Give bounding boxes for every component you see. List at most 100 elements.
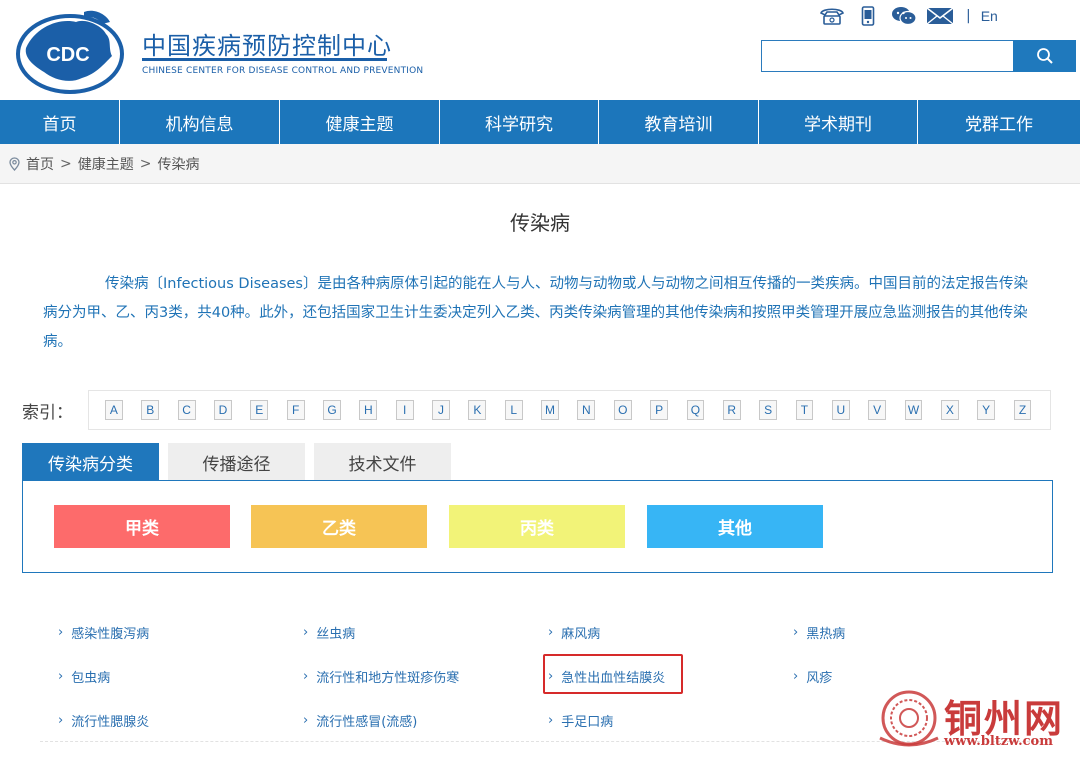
chevron-right-icon: › (303, 713, 309, 728)
search-input[interactable] (761, 40, 1013, 72)
index-letter-x[interactable]: X (940, 400, 959, 420)
disease-link-label: 麻风病 (561, 627, 601, 642)
highlight-annotation (543, 654, 683, 694)
letter-index: A B C D E F G H I J K L M N O P Q R S T … (88, 390, 1051, 430)
index-letter-q[interactable]: Q (686, 400, 705, 420)
disease-link-label: 流行性和地方性斑疹伤寒 (316, 671, 460, 686)
location-pin-icon (9, 156, 20, 171)
nav-item-education[interactable]: 教育培训 (599, 100, 759, 144)
intro-paragraph: 传染病〔Infectious Diseases〕是由各种病原体引起的能在人与人、… (43, 276, 1028, 350)
cdc-logo[interactable]: CDC (14, 4, 126, 96)
site-title: 中国疾病预防控制中心 (142, 32, 392, 60)
index-letter-k[interactable]: K (468, 400, 487, 420)
tab-transmission-route[interactable]: 传播途径 (168, 443, 305, 481)
index-letter-c[interactable]: C (177, 400, 196, 420)
chevron-right-icon: › (58, 625, 64, 640)
disease-link[interactable]: › 麻风病 (548, 623, 600, 642)
language-switch[interactable]: En (981, 8, 998, 24)
disease-link[interactable]: › 风疹 (793, 667, 832, 686)
disease-link-label: 流行性感冒(流感) (316, 715, 418, 730)
site-subtitle: CHINESE CENTER FOR DISEASE CONTROL AND P… (142, 66, 424, 76)
main-nav: 首页 机构信息 健康主题 科学研究 教育培训 学术期刊 党群工作 (0, 100, 1080, 144)
index-letter-j[interactable]: J (432, 400, 450, 420)
index-letter-w[interactable]: W (904, 400, 923, 420)
breadcrumb-health-topics[interactable]: 健康主题 (78, 154, 134, 174)
disease-link-label: 黑热病 (806, 627, 846, 642)
nav-item-research[interactable]: 科学研究 (440, 100, 599, 144)
index-letter-z[interactable]: Z (1013, 400, 1032, 420)
index-letter-i[interactable]: I (395, 400, 414, 420)
chevron-right-icon: › (303, 625, 309, 640)
category-other-button[interactable]: 其他 (647, 505, 823, 548)
index-letter-v[interactable]: V (868, 400, 887, 420)
disease-link[interactable]: › 手足口病 (548, 711, 613, 730)
index-letter-u[interactable]: U (831, 400, 850, 420)
nav-item-journals[interactable]: 学术期刊 (759, 100, 918, 144)
nav-item-party[interactable]: 党群工作 (918, 100, 1080, 144)
index-letter-s[interactable]: S (759, 400, 778, 420)
category-class-b-button[interactable]: 乙类 (251, 505, 427, 548)
tab-disease-classification[interactable]: 传染病分类 (22, 443, 159, 481)
disease-link[interactable]: › 黑热病 (793, 623, 845, 642)
index-letter-p[interactable]: P (650, 400, 668, 420)
breadcrumb-home[interactable]: 首页 (26, 154, 54, 174)
mobile-icon[interactable] (854, 5, 882, 27)
breadcrumb-separator: > (139, 155, 152, 172)
index-letter-y[interactable]: Y (977, 400, 996, 420)
index-letter-n[interactable]: N (577, 400, 596, 420)
phone-icon[interactable] (818, 5, 846, 27)
tab-technical-documents[interactable]: 技术文件 (314, 443, 451, 481)
disease-link[interactable]: › 丝虫病 (303, 623, 355, 642)
disease-link[interactable]: › 感染性腹泻病 (58, 623, 149, 642)
nav-item-health-topics[interactable]: 健康主题 (280, 100, 440, 144)
chevron-right-icon: › (58, 713, 64, 728)
disease-link[interactable]: › 包虫病 (58, 667, 110, 686)
index-letter-e[interactable]: E (250, 400, 269, 420)
search-button[interactable] (1013, 40, 1076, 72)
disease-link-label: 包虫病 (71, 671, 111, 686)
top-icon-bar: | En (818, 4, 998, 28)
disease-link[interactable]: › 流行性腮腺炎 (58, 711, 149, 730)
breadcrumb: 首页 > 健康主题 > 传染病 (0, 144, 1080, 184)
disease-link-label: 手足口病 (561, 715, 614, 730)
category-tabs: 传染病分类 传播途径 技术文件 (22, 443, 460, 481)
tab-panel: 甲类 乙类 丙类 其他 (22, 480, 1053, 573)
site-header: CDC 中国疾病预防控制中心 CHINESE CENTER FOR DISEAS… (0, 0, 1080, 100)
breadcrumb-separator: > (60, 155, 72, 172)
lang-separator: | (966, 8, 971, 24)
index-letter-l[interactable]: L (504, 400, 523, 420)
disease-link-label: 流行性腮腺炎 (71, 715, 150, 730)
disease-link-label: 丝虫病 (316, 627, 356, 642)
index-letter-r[interactable]: R (722, 400, 741, 420)
breadcrumb-current[interactable]: 传染病 (157, 154, 199, 174)
disease-link-label: 风疹 (806, 671, 833, 686)
search-icon (1036, 48, 1053, 64)
wechat-icon[interactable] (890, 5, 918, 27)
index-letter-f[interactable]: F (286, 400, 305, 420)
index-letter-d[interactable]: D (214, 400, 232, 420)
chevron-right-icon: › (793, 625, 799, 640)
page-title: 传染病 (510, 211, 570, 235)
index-letter-a[interactable]: A (105, 400, 123, 420)
chevron-right-icon: › (793, 669, 799, 684)
chevron-right-icon: › (548, 625, 554, 640)
index-letter-m[interactable]: M (541, 400, 559, 420)
index-letter-t[interactable]: T (795, 400, 814, 420)
nav-item-home[interactable]: 首页 (0, 100, 120, 144)
mail-icon[interactable] (926, 5, 954, 27)
disease-link[interactable]: › 流行性和地方性斑疹伤寒 (303, 667, 459, 686)
index-letter-b[interactable]: B (141, 400, 160, 420)
category-class-a-button[interactable]: 甲类 (54, 505, 230, 548)
index-letter-g[interactable]: G (323, 400, 341, 420)
chevron-right-icon: › (58, 669, 64, 684)
chevron-right-icon: › (548, 713, 554, 728)
index-letter-o[interactable]: O (613, 400, 632, 420)
index-label: 索引： (22, 403, 73, 423)
index-letter-h[interactable]: H (359, 400, 378, 420)
cdc-logo-text: CDC (46, 44, 89, 66)
title-rule (142, 58, 387, 61)
watermark-url: www.bltzw.com (944, 734, 1053, 749)
disease-link[interactable]: › 流行性感冒(流感) (303, 711, 417, 730)
category-class-c-button[interactable]: 丙类 (449, 505, 625, 548)
nav-item-organization[interactable]: 机构信息 (120, 100, 280, 144)
